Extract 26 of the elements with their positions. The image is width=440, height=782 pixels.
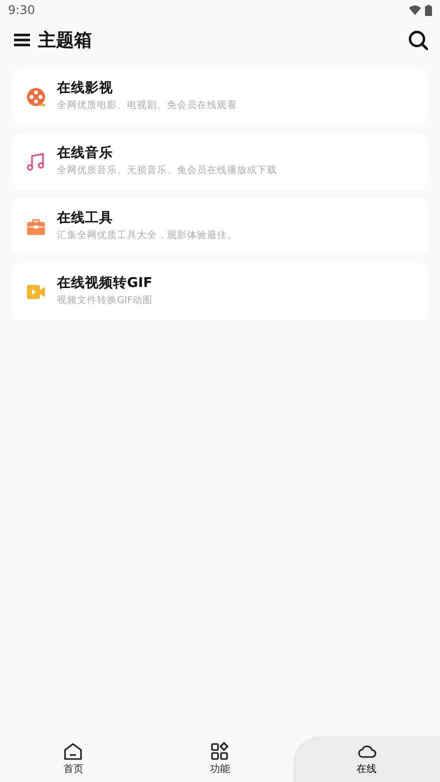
search-icon[interactable] [408,30,428,50]
music-note-icon [26,152,46,172]
film-reel-icon [26,86,46,106]
nav-tab[interactable]: 首页 [0,736,147,782]
feature-description: 全网优质电影、电视剧、免会员在线观看 [57,100,237,113]
app-title: 主题箱 [38,28,92,52]
nav-tab[interactable]: 在线 [293,736,440,782]
feature-description: 全网优质音乐、无损音乐、免会员在线播放或下载 [57,165,277,178]
toolbox-icon [26,216,46,236]
status-time: 9:30 [8,2,35,19]
wifi-icon [409,5,421,15]
feature-card[interactable]: 在线音乐 全网优质音乐、无损音乐、免会员在线播放或下载 [12,133,428,190]
feature-card[interactable]: 在线工具 汇集全网优质工具大全，观影体验最佳。 [12,198,428,255]
feature-title: 在线音乐 [57,145,114,162]
feature-card[interactable]: 在线视频转GIF 视频文件转换GIF动图 [12,263,428,320]
feature-card[interactable]: 在线影视 全网优质电影、电视剧、免会员在线观看 [12,68,428,125]
battery-icon [425,4,432,16]
feature-description: 视频文件转换GIF动图 [57,295,153,308]
feature-title: 在线视频转GIF [57,275,153,292]
nav-tab[interactable]: 功能 [146,736,294,782]
feature-title: 在线影视 [57,80,114,96]
home-icon [63,742,84,762]
feature-title: 在线工具 [57,210,114,226]
grid-icon [210,742,230,762]
menu-icon[interactable] [14,33,30,47]
feature-description: 汇集全网优质工具大全，观影体验最佳。 [57,230,237,243]
